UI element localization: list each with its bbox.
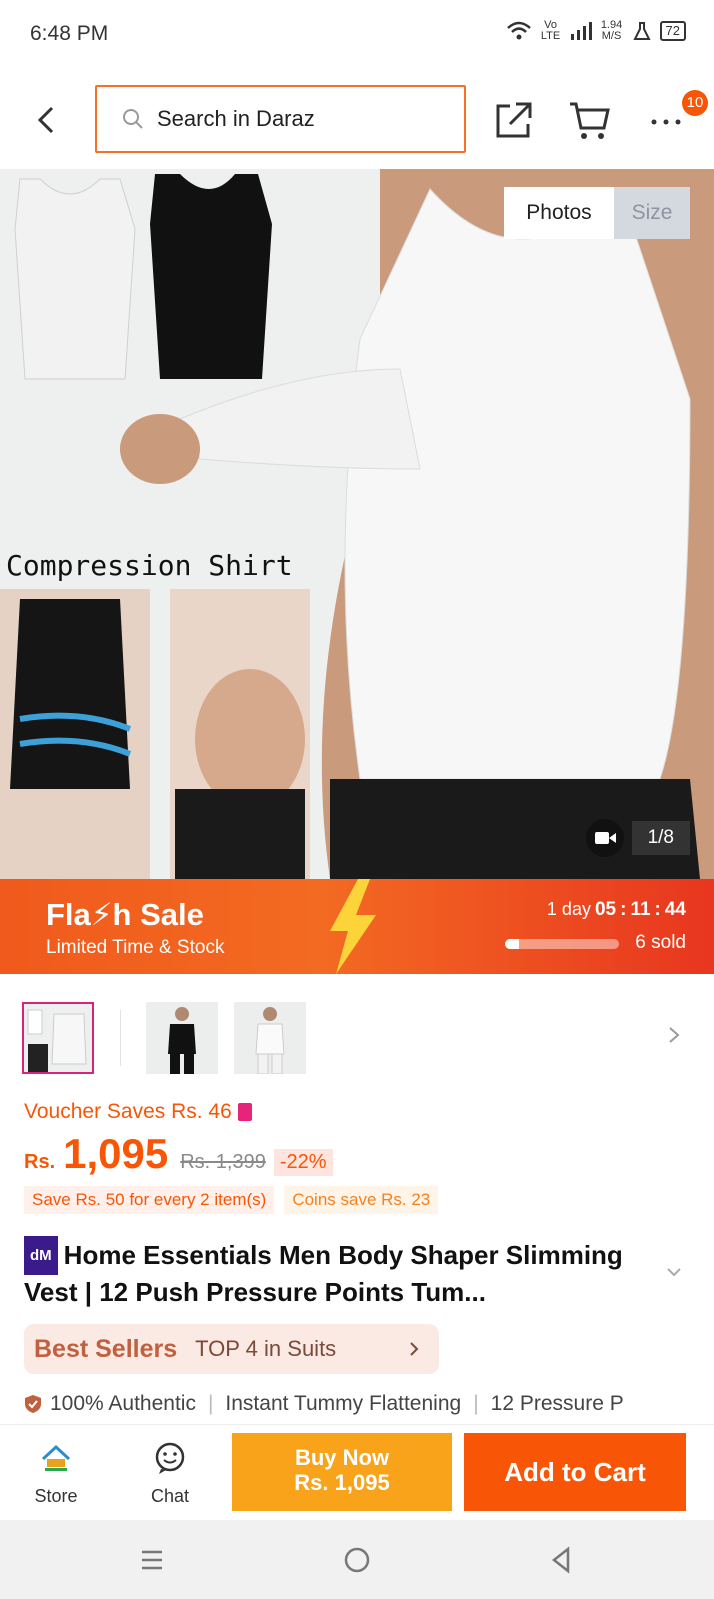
product-title-text: Home Essentials Men Body Shaper Slimming… [24, 1240, 623, 1307]
search-icon [123, 109, 143, 129]
flask-icon [632, 22, 651, 40]
home-icon[interactable] [339, 1542, 375, 1578]
buy-now-button[interactable]: Buy Now Rs. 1,095 [232, 1433, 452, 1511]
chat-icon [155, 1442, 185, 1474]
store-button[interactable]: Store [8, 1441, 104, 1507]
brand-tag: dM [24, 1236, 58, 1275]
cart-count-badge: 10 [682, 90, 708, 116]
feature-item: 12 Pressure P [490, 1392, 624, 1415]
chevron-right-icon [410, 1342, 419, 1356]
buy-now-label: Buy Now [294, 1445, 390, 1470]
menu-icon[interactable] [134, 1542, 170, 1578]
lightning-icon [330, 879, 376, 974]
price-value: 1,095 [63, 1130, 169, 1177]
product-image-gallery[interactable]: Compression Shirt Photos Size 1/8 [0, 169, 714, 879]
flash-sale-timer: 1 day 05: 11: 44 [546, 899, 686, 920]
store-logo-icon [41, 1444, 71, 1471]
bottom-action-bar: Store Chat Buy Now Rs. 1,095 Add to Cart [0, 1424, 714, 1520]
gallery-counter-group: 1/8 [585, 819, 690, 857]
voucher-text: Voucher Saves Rs. 46 [24, 1100, 232, 1123]
system-nav-bar [0, 1520, 714, 1599]
flash-sale-banner: Fla⚡h Sale Limited Time & Stock 1 day 05… [0, 879, 714, 974]
store-label: Store [34, 1486, 78, 1506]
image-counter: 1/8 [631, 821, 690, 855]
flash-sale-subtitle: Limited Time & Stock [46, 937, 225, 958]
feature-separator: | [473, 1392, 479, 1415]
voucher-info[interactable]: Voucher Saves Rs. 46 [24, 1100, 252, 1124]
original-price: Rs. 1,399 [180, 1151, 266, 1173]
buy-now-price: Rs. 1,095 [294, 1470, 390, 1495]
timer-minutes: 11 [630, 899, 651, 920]
status-time: 6:48 PM [30, 22, 109, 45]
back-arrow-icon[interactable] [28, 100, 68, 140]
image-caption: Compression Shirt [6, 549, 293, 582]
tab-size[interactable]: Size [614, 187, 690, 239]
wifi-icon [506, 21, 531, 40]
flash-sale-title: Fla⚡h Sale [46, 897, 204, 932]
best-sellers-chip[interactable]: Best Sellers TOP 4 in Suits [24, 1324, 439, 1374]
tab-photos[interactable]: Photos [504, 187, 614, 239]
network-speed: 1.94 M/S [600, 19, 623, 42]
add-to-cart-button[interactable]: Add to Cart [464, 1433, 686, 1511]
best-sellers-label: Best Sellers [34, 1334, 178, 1363]
thumbnail-2[interactable] [146, 1002, 218, 1074]
search-input[interactable]: Search in Daraz [95, 85, 466, 153]
status-icons: Vo LTE 1.94 M/S 72 [506, 20, 686, 42]
thumbnail-strip [0, 974, 714, 1084]
feature-item: Instant Tummy Flattening [225, 1392, 462, 1415]
chat-label: Chat [150, 1486, 190, 1506]
thumbnail-divider [120, 1010, 121, 1066]
promo-row: Save Rs. 50 for every 2 item(s) Coins sa… [24, 1186, 439, 1214]
search-placeholder: Search in Daraz [157, 106, 315, 131]
feature-list[interactable]: 100% Authentic | Instant Tummy Flattenin… [24, 1392, 714, 1416]
price-row: Rs. 1,095 Rs. 1,399 -22% [24, 1130, 333, 1178]
chat-button[interactable]: Chat [122, 1441, 218, 1507]
chevron-right-icon[interactable] [664, 1020, 684, 1050]
best-sellers-rank: TOP 4 in Suits [195, 1336, 337, 1361]
product-photo [0, 169, 714, 879]
timer-days: 1 day [546, 899, 591, 919]
cart-icon[interactable] [568, 98, 612, 142]
status-bar: 6:48 PM Vo LTE 1.94 M/S 72 [0, 0, 714, 70]
signal-icon [570, 22, 592, 40]
lte-indicator: Vo LTE [540, 19, 561, 42]
product-title: dM Home Essentials Men Body Shaper Slimmi… [24, 1236, 664, 1310]
voucher-tag-icon [237, 1103, 252, 1122]
share-icon[interactable] [492, 98, 536, 142]
sold-progress-bar [505, 939, 619, 949]
video-icon[interactable] [585, 819, 624, 857]
top-bar: Search in Daraz 10 [0, 78, 714, 164]
feature-item: 100% Authentic [50, 1392, 196, 1415]
sold-count: 6 sold [635, 932, 686, 953]
thumbnail-1[interactable] [22, 1002, 94, 1074]
shield-icon [25, 1395, 41, 1413]
discount-badge: -22% [273, 1149, 333, 1176]
feature-separator: | [207, 1392, 214, 1415]
battery-indicator: 72 [659, 21, 686, 41]
timer-hours: 05 [594, 899, 617, 920]
back-icon[interactable] [544, 1542, 580, 1578]
timer-seconds: 44 [664, 899, 686, 920]
sold-progress-fill [505, 939, 519, 949]
bulk-discount-promo[interactable]: Save Rs. 50 for every 2 item(s) [24, 1186, 275, 1214]
price-currency: Rs. [24, 1151, 56, 1173]
thumbnail-3[interactable] [234, 1002, 306, 1074]
gallery-tab-group: Photos Size [504, 187, 690, 239]
coins-promo[interactable]: Coins save Rs. 23 [284, 1186, 439, 1214]
chevron-down-icon[interactable] [664, 1262, 684, 1282]
